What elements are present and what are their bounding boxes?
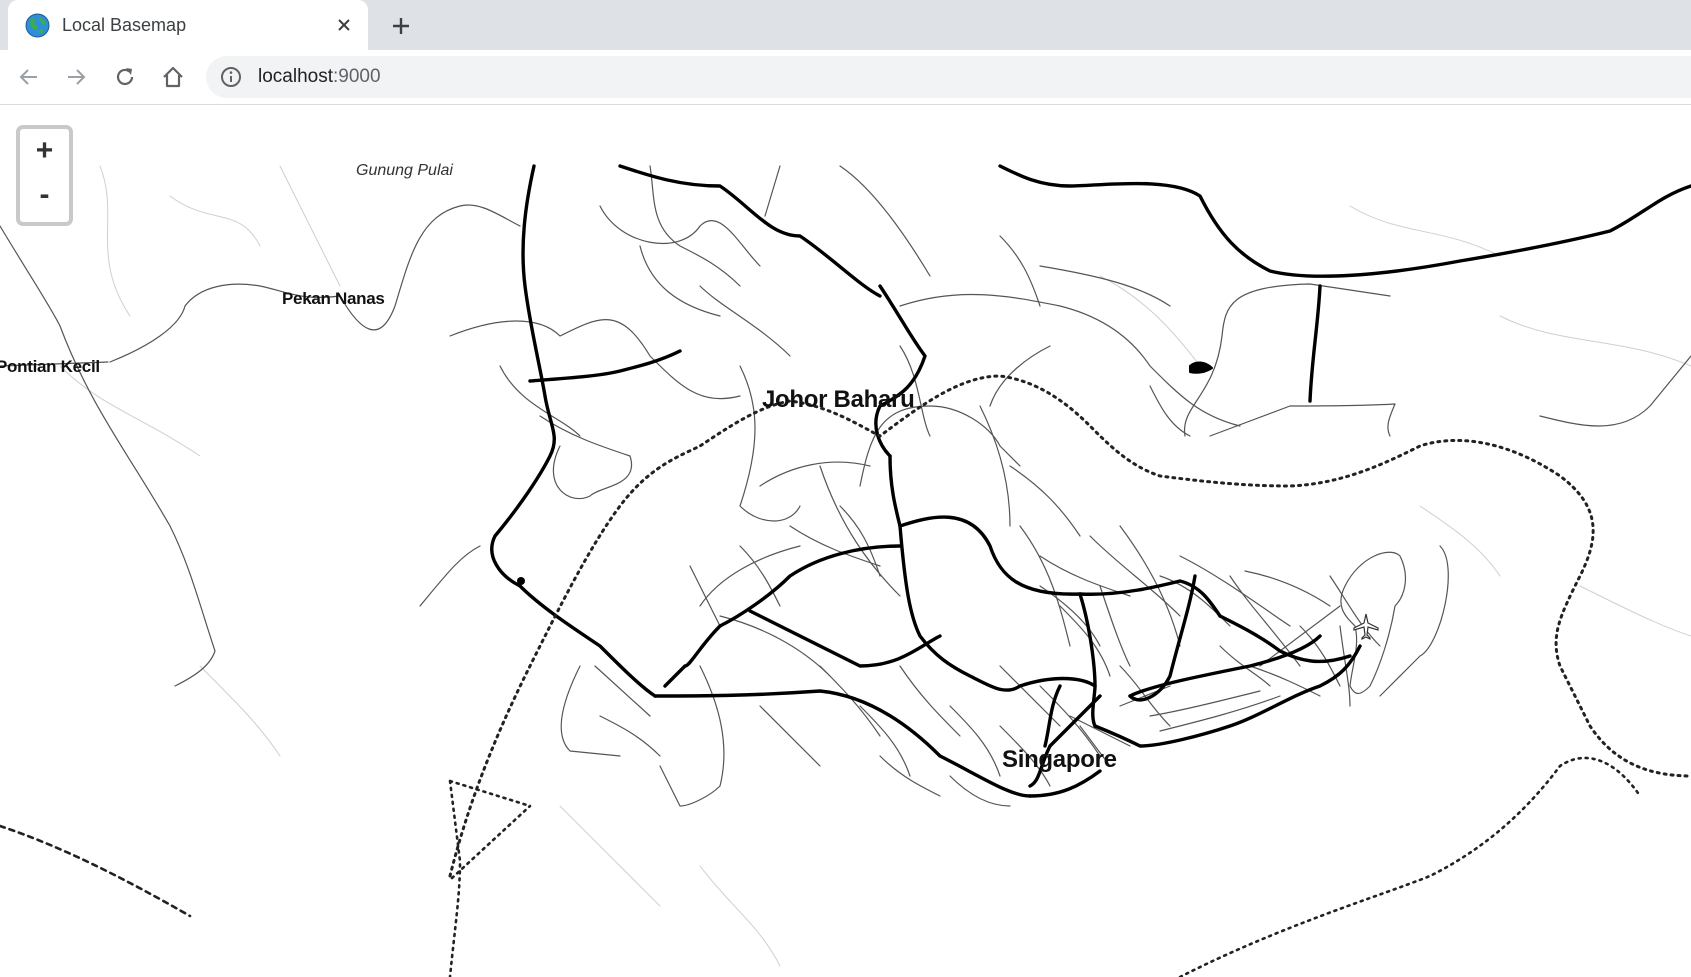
arrow-right-icon (68, 69, 86, 85)
zoom-control: + - (16, 125, 73, 226)
zoom-out-button[interactable]: - (20, 173, 69, 217)
label-johor-baharu: Johor Baharu (762, 386, 915, 413)
major-roads (490, 164, 1691, 798)
airport-outline (1340, 551, 1407, 695)
tab-local-basemap[interactable]: Local Basemap (8, 0, 368, 50)
forward-button[interactable] (60, 61, 92, 93)
new-tab-button[interactable] (385, 10, 417, 42)
border-line-south (1178, 756, 1642, 977)
border-line-west (448, 779, 532, 977)
globe-icon (25, 13, 50, 38)
plus-icon (393, 18, 409, 34)
label-gunung-pulai: Gunung Pulai (356, 162, 453, 179)
arrow-left-icon (19, 69, 37, 85)
border-line-sw (0, 824, 192, 918)
basemap[interactable]: Gunung Pulai Pekan Nanas Pontian Kecil J… (0, 106, 1691, 977)
junction-dot (517, 577, 525, 585)
close-icon (338, 19, 350, 31)
label-singapore: Singapore (1002, 746, 1117, 773)
tab-title: Local Basemap (62, 15, 187, 35)
reload-button[interactable] (109, 61, 141, 93)
back-button[interactable] (13, 61, 45, 93)
url-host: localhost (258, 66, 333, 87)
url-port: :9000 (333, 66, 381, 87)
address-bar[interactable]: localhost:9000 (206, 56, 1691, 98)
reservoir (1189, 361, 1213, 374)
label-pekan-nanas: Pekan Nanas (282, 289, 385, 308)
border-line (448, 374, 1691, 878)
tab-strip: Local Basemap (0, 0, 1691, 50)
url-text[interactable]: localhost:9000 (258, 66, 381, 88)
minor-roads (0, 165, 1691, 807)
map-canvas[interactable] (0, 106, 1691, 977)
browser-window: Local Basemap localhost:9000 Gunung Pula… (0, 0, 1691, 977)
info-icon[interactable] (220, 66, 242, 88)
browser-toolbar: localhost:9000 (0, 50, 1691, 105)
label-pontian-kecil: Pontian Kecil (0, 357, 100, 376)
minor-tracks (59, 165, 1691, 967)
zoom-in-button[interactable]: + (20, 129, 69, 173)
home-button[interactable] (157, 61, 189, 93)
reload-icon (116, 68, 134, 86)
home-icon (163, 66, 183, 88)
tab-close-button[interactable] (330, 11, 358, 39)
